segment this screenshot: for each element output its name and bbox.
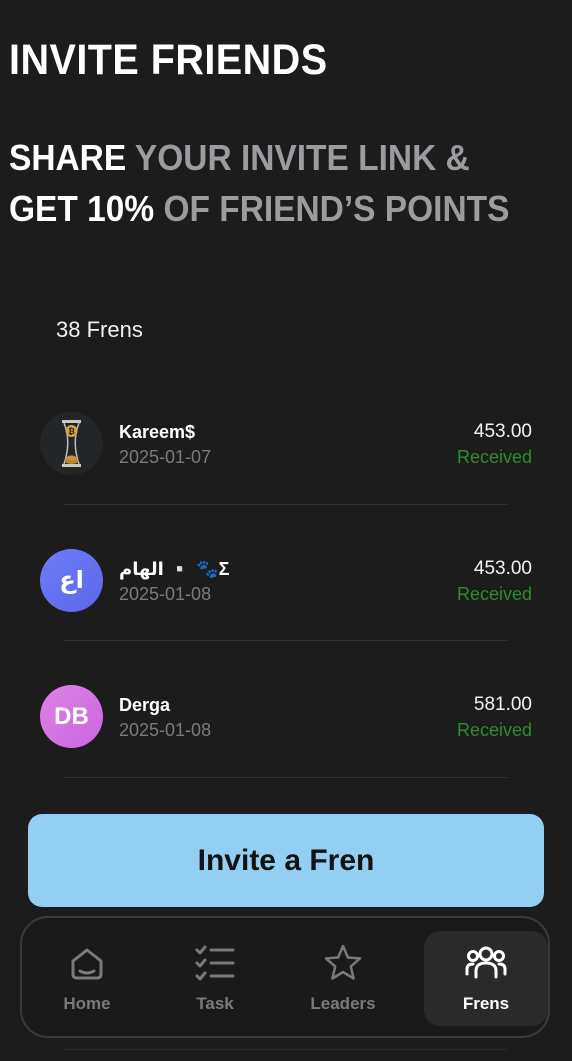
task-list-icon — [195, 945, 235, 981]
divider — [64, 640, 508, 641]
avatar: ₿ — [40, 412, 103, 475]
friend-status: Received — [456, 720, 532, 740]
list-item: اع الهام ▫️ 🐾Σ 2025-01-08 453.00 Receive… — [40, 549, 532, 613]
divider — [64, 1049, 508, 1050]
divider — [64, 504, 508, 505]
home-icon — [71, 948, 103, 980]
bottom-nav: Home Task Leaders Frens — [20, 916, 550, 1038]
nav-item-task[interactable]: Task — [152, 931, 278, 1026]
friend-amount: 453.00 — [473, 421, 532, 442]
nav-label-home: Home — [63, 994, 111, 1013]
subtitle-friends-points: OF FRIEND’S POINTS — [163, 188, 510, 229]
nav-label-frens: Frens — [462, 994, 510, 1013]
friends-group-icon — [465, 946, 507, 979]
friend-date: 2025-01-08 — [119, 584, 212, 604]
avatar: اع — [40, 549, 103, 612]
friend-name: الهام ▫️ 🐾Σ — [119, 559, 230, 579]
nav-item-leaders[interactable]: Leaders — [280, 931, 406, 1026]
nav-label-leaders: Leaders — [310, 994, 376, 1013]
divider — [64, 777, 508, 778]
friend-date: 2025-01-07 — [119, 447, 212, 467]
nav-item-frens[interactable]: Frens — [424, 931, 548, 1026]
list-item: DB Derga 2025-01-08 581.00 Received — [40, 685, 532, 749]
friend-name: Derga — [119, 695, 171, 715]
subtitle: SHARE YOUR INVITE LINK & GET 10% OF FRIE… — [9, 132, 509, 234]
invite-fren-button[interactable]: Invite a Fren — [28, 814, 544, 907]
avatar: DB — [40, 685, 103, 748]
page-title: INVITE FRIENDS — [9, 36, 328, 84]
nav-item-home[interactable]: Home — [24, 931, 150, 1026]
hourglass-avatar-image: ₿ — [40, 412, 103, 475]
frens-count: 38 Frens — [56, 317, 143, 342]
svg-text:₿: ₿ — [68, 427, 75, 436]
friend-status: Received — [456, 584, 532, 604]
nav-label-task: Task — [196, 994, 234, 1013]
friend-date: 2025-01-08 — [119, 720, 212, 740]
friend-amount: 453.00 — [473, 558, 532, 579]
friend-status: Received — [456, 447, 532, 467]
star-icon — [324, 944, 362, 980]
subtitle-invite-link: YOUR INVITE LINK & — [134, 137, 470, 178]
subtitle-get-percent: GET 10% — [9, 188, 155, 229]
subtitle-share: SHARE — [9, 137, 127, 178]
list-item: ₿ Kareem$ 2025-01-07 453.00 Received — [40, 412, 532, 476]
friend-name: Kareem$ — [119, 422, 196, 442]
friend-amount: 581.00 — [473, 694, 532, 715]
